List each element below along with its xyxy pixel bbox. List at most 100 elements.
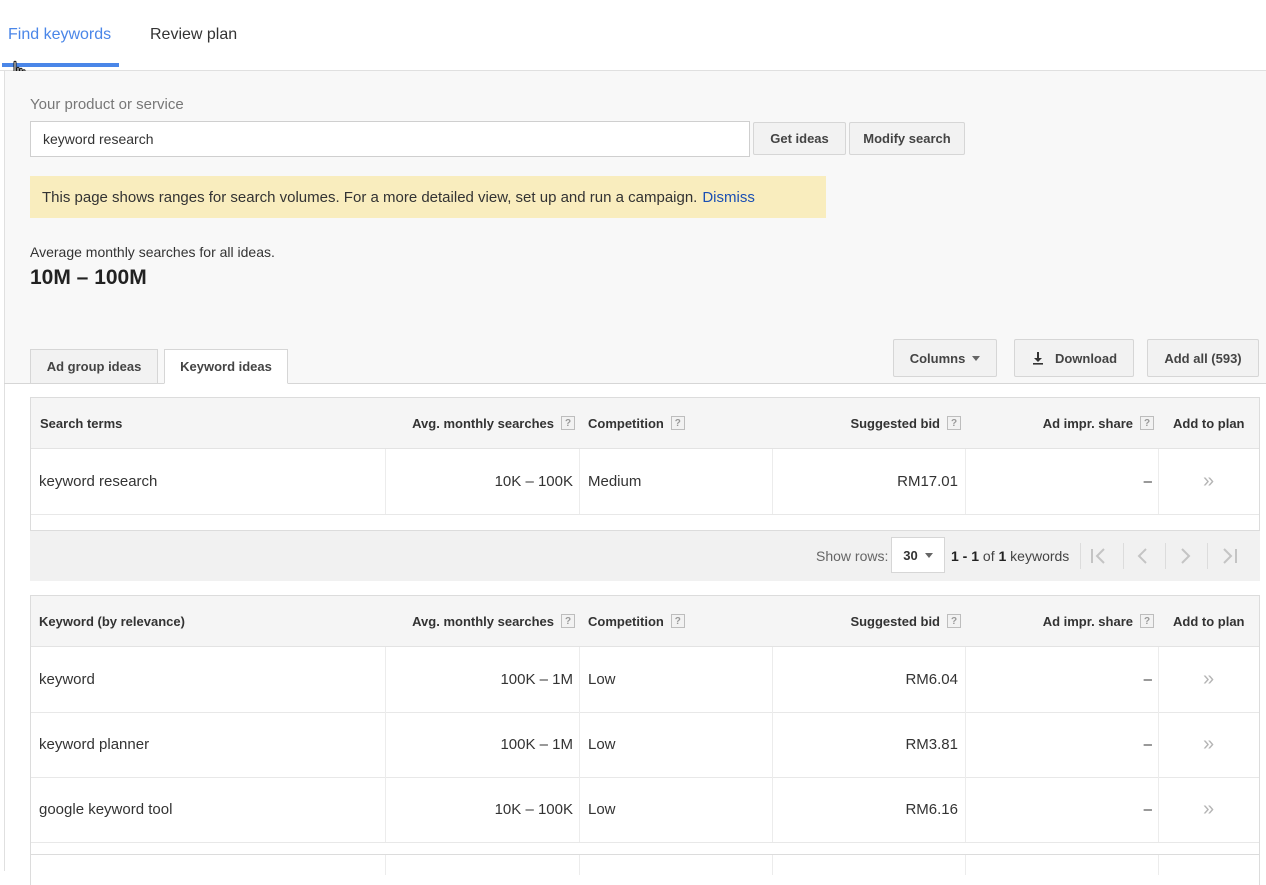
add-to-plan-button[interactable]: » — [1203, 712, 1214, 777]
cell-bid: RM6.04 — [905, 671, 958, 688]
content-left-border — [4, 383, 5, 871]
col-suggested-bid[interactable]: Suggested bid? — [773, 596, 961, 646]
col-impr-label: Ad impr. share — [1042, 415, 1133, 431]
col-avg-monthly-searches[interactable]: Avg. monthly searches? — [386, 398, 575, 448]
dismiss-link[interactable]: Dismiss — [702, 189, 755, 206]
add-to-plan-button[interactable]: » — [1203, 449, 1214, 514]
keyword-ideas-table: Keyword (by relevance) Avg. monthly sear… — [30, 595, 1260, 885]
help-icon[interactable]: ? — [561, 614, 575, 628]
table-header: Search terms Avg. monthly searches? Comp… — [31, 398, 1259, 449]
help-icon[interactable]: ? — [947, 416, 961, 430]
col-keyword-by-relevance[interactable]: Keyword (by relevance) — [39, 596, 185, 646]
get-ideas-button[interactable]: Get ideas — [753, 122, 846, 155]
help-icon[interactable]: ? — [670, 416, 685, 430]
last-page-icon — [1223, 548, 1237, 564]
col-add-to-plan: Add to plan — [1173, 613, 1245, 629]
add-to-plan-button[interactable]: » — [1203, 647, 1214, 712]
cell-competition: Low — [588, 801, 616, 818]
product-search-input[interactable] — [30, 121, 750, 157]
cell-term: keyword planner — [39, 736, 150, 753]
cell-bid: RM17.01 — [897, 473, 958, 490]
avg-searches-value: 10M – 100M — [30, 266, 147, 289]
cell-competition: Medium — [588, 473, 642, 490]
of: of — [982, 548, 995, 564]
tab-review-plan[interactable]: Review plan — [150, 26, 237, 44]
double-chevron-right-icon: » — [1203, 733, 1215, 755]
col-competition-label: Competition — [588, 613, 664, 629]
table-row[interactable]: keyword planner 100K – 1M Low RM3.81 – » — [31, 712, 1259, 778]
table-row[interactable]: keyword research 10K – 100K Medium RM17.… — [31, 449, 1259, 515]
col-ad-impr-share[interactable]: Ad impr. share? — [966, 596, 1154, 646]
chevron-left-icon — [1137, 548, 1147, 564]
cell-term: google keyword tool — [39, 801, 173, 818]
col-avg-monthly-searches[interactable]: Avg. monthly searches? — [386, 596, 575, 646]
rows-per-page-select[interactable]: 30 — [891, 537, 945, 573]
table-row-partial — [31, 842, 1259, 875]
col-ad-impr-share[interactable]: Ad impr. share? — [966, 398, 1154, 448]
cell-impr: – — [1143, 736, 1152, 753]
add-to-plan-button[interactable]: » — [1203, 777, 1214, 842]
download-icon — [1032, 352, 1043, 365]
total: 1 — [998, 548, 1007, 564]
cell-impr: – — [1143, 801, 1152, 818]
help-icon[interactable]: ? — [1140, 614, 1154, 628]
avg-searches-label: Average monthly searches for all ideas. — [30, 244, 275, 260]
caret-down-icon — [972, 355, 981, 361]
help-icon[interactable]: ? — [561, 416, 575, 430]
col-bid-label: Suggested bid — [850, 415, 940, 431]
cell-bid: RM6.16 — [905, 801, 958, 818]
cell-avg: 10K – 100K — [494, 801, 573, 818]
notice-text: This page shows ranges for search volume… — [42, 188, 698, 206]
search-volume-notice: This page shows ranges for search volume… — [30, 176, 826, 218]
caret-down-icon — [924, 552, 933, 558]
cell-avg: 100K – 1M — [500, 736, 573, 753]
download-label: Download — [1054, 350, 1118, 366]
help-icon[interactable]: ? — [947, 614, 961, 628]
add-all-button[interactable]: Add all (593) — [1147, 339, 1259, 377]
tab-find-keywords[interactable]: Find keywords — [8, 26, 111, 44]
tab-keyword-ideas[interactable]: Keyword ideas — [164, 349, 288, 384]
cell-bid: RM3.81 — [905, 736, 958, 753]
cell-avg: 100K – 1M — [500, 671, 573, 688]
help-icon[interactable]: ? — [670, 614, 685, 628]
col-bid-label: Suggested bid — [850, 613, 940, 629]
columns-button[interactable]: Columns — [893, 339, 997, 377]
page-range-text: 1 - 1 of 1 keywords — [951, 531, 1069, 581]
help-icon[interactable]: ? — [1140, 416, 1154, 430]
col-competition[interactable]: Competition? — [588, 596, 685, 646]
table-row[interactable]: google keyword tool 10K – 100K Low RM6.1… — [31, 777, 1259, 843]
first-page-button[interactable] — [1083, 540, 1115, 572]
col-add-to-plan: Add to plan — [1173, 415, 1245, 431]
col-avg-label: Avg. monthly searches — [412, 613, 554, 629]
search-panel — [4, 71, 1266, 383]
double-chevron-right-icon: » — [1203, 470, 1215, 492]
col-search-terms[interactable]: Search terms — [40, 398, 122, 448]
cell-term: keyword research — [39, 473, 158, 490]
download-button[interactable]: Download — [1014, 339, 1134, 377]
pagination-bar: Show rows: 30 1 - 1 of 1 keywords — [30, 531, 1260, 581]
double-chevron-right-icon: » — [1203, 798, 1215, 820]
search-terms-table: Search terms Avg. monthly searches? Comp… — [30, 397, 1260, 531]
cell-avg: 10K – 100K — [494, 473, 573, 490]
table-row[interactable]: keyword 100K – 1M Low RM6.04 – » — [31, 647, 1259, 713]
top-tab-bar: Find keywords Review plan — [0, 0, 1266, 71]
unit: keywords — [1010, 548, 1070, 564]
previous-page-button[interactable] — [1127, 540, 1159, 572]
table-header: Keyword (by relevance) Avg. monthly sear… — [31, 596, 1259, 647]
double-chevron-right-icon: » — [1203, 668, 1215, 690]
chevron-right-icon — [1181, 548, 1191, 564]
col-impr-label: Ad impr. share — [1042, 613, 1133, 629]
cell-impr: – — [1143, 671, 1152, 688]
columns-label: Columns — [909, 350, 966, 366]
tab-ad-group-ideas[interactable]: Ad group ideas — [30, 349, 158, 383]
cell-impr: – — [1143, 473, 1152, 490]
cell-competition: Low — [588, 736, 616, 753]
col-suggested-bid[interactable]: Suggested bid? — [773, 398, 961, 448]
last-page-button[interactable] — [1213, 540, 1245, 572]
col-competition-label: Competition — [588, 415, 664, 431]
col-competition[interactable]: Competition? — [588, 398, 685, 448]
rows-value: 30 — [903, 547, 918, 563]
show-rows-label: Show rows: — [816, 548, 889, 564]
next-page-button[interactable] — [1169, 540, 1201, 572]
modify-search-button[interactable]: Modify search — [849, 122, 965, 155]
